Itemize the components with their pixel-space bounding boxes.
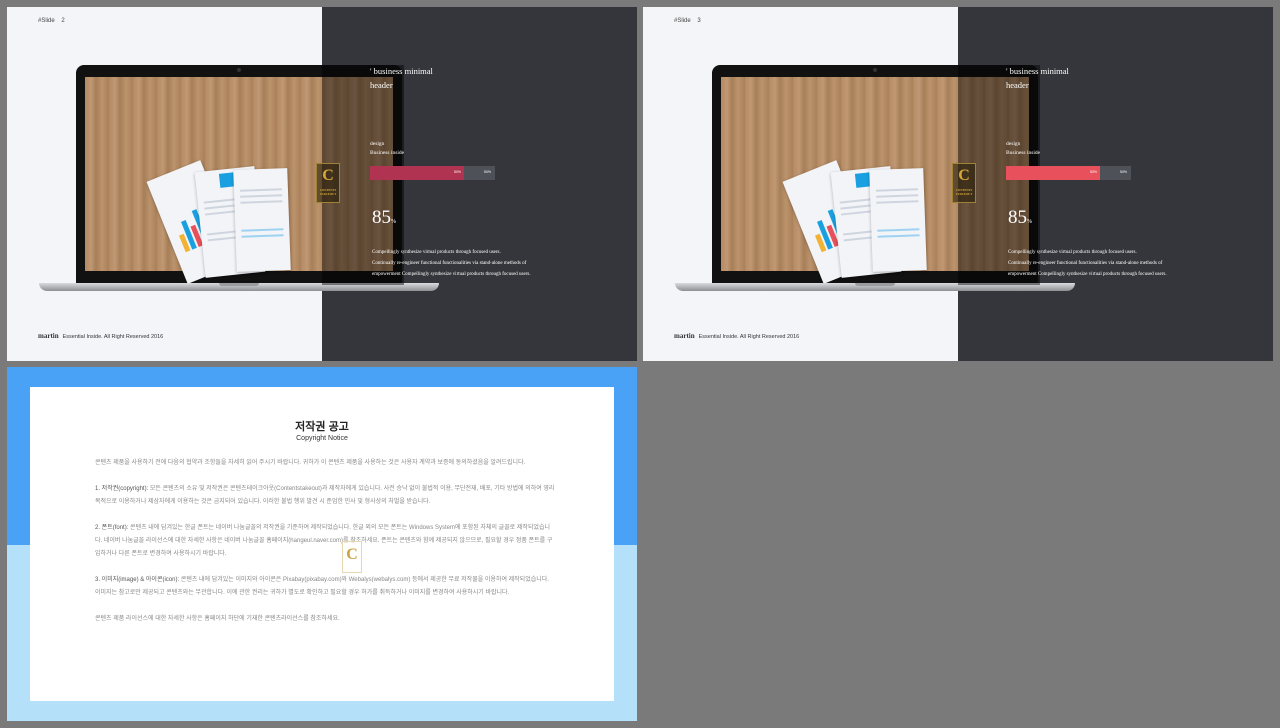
- slide-subheading: design Business inside: [370, 141, 405, 156]
- big-stat: 85%: [372, 207, 396, 228]
- notice-image: 3. 이미지(image) & 아이콘(icon): 콘텐츠 내에 담겨있는 이…: [95, 577, 549, 596]
- contents-logo: C CONTENTS STAKEOUT: [316, 163, 340, 203]
- notice-body: 콘텐츠 제품을 사용하기 전에 다음의 협약과 조항들을 자세히 읽어 주시기 …: [95, 457, 555, 639]
- notice-copyright: 1. 저작권(copyright): 모든 콘텐츠의 소유 및 저작권은 콘텐츠…: [95, 486, 555, 505]
- slide-2[interactable]: #Slide 2 C CONTENTS STAKEOUT ' business mi…: [7, 7, 637, 361]
- progress-rest-label: 50%: [484, 170, 492, 174]
- notice-subtitle: Copyright Notice: [296, 435, 348, 442]
- progress-value-label: 50%: [1090, 170, 1098, 174]
- slide-heading: ' business minimal header: [1006, 66, 1069, 90]
- progress-fill: [1006, 166, 1100, 180]
- notice-outro: 콘텐츠 제품 라이선스에 대한 자세한 사항은 홈페이지 하단에 기재한 콘텐츠…: [95, 616, 340, 622]
- slide-number: #Slide 3: [674, 18, 701, 24]
- slide-subheading: design Business inside: [1006, 141, 1041, 156]
- progress-bar: 50% 50%: [370, 166, 495, 180]
- slide-description: Compellingly synthesize virtual products…: [1008, 250, 1167, 277]
- big-stat: 85%: [1008, 207, 1032, 228]
- contents-logo: C: [342, 541, 362, 573]
- notice-title: 저작권 공고: [295, 421, 349, 433]
- slide-footer: martin Essential Inside. All Right Reserv…: [674, 332, 800, 340]
- notice-font: 2. 폰트(font): 콘텐츠 내에 담겨있는 한글 폰트는 네이버 나눔글꼴…: [95, 525, 553, 557]
- slide-description: Compellingly synthesize virtual products…: [372, 250, 531, 277]
- slide-number: #Slide 2: [38, 18, 65, 24]
- slide-footer: martin Essential Inside. All Right Reserv…: [38, 332, 164, 340]
- contents-logo: C CONTENTS STAKEOUT: [952, 163, 976, 203]
- notice-card: 저작권 공고 Copyright Notice 콘텐츠 제품을 사용하기 전에 …: [30, 387, 614, 701]
- progress-value-label: 50%: [454, 170, 462, 174]
- notice-intro: 콘텐츠 제품을 사용하기 전에 다음의 협약과 조항들을 자세히 읽어 주시기 …: [95, 460, 526, 466]
- slide-heading: ' business minimal header: [370, 66, 433, 90]
- slide-copyright-notice[interactable]: 저작권 공고 Copyright Notice 콘텐츠 제품을 사용하기 전에 …: [7, 367, 637, 721]
- progress-rest-label: 50%: [1120, 170, 1128, 174]
- slide-3[interactable]: #Slide 3 C CONTENTS STAKEOUT ' business mi…: [643, 7, 1273, 361]
- progress-fill: [370, 166, 464, 180]
- progress-bar: 50% 50%: [1006, 166, 1131, 180]
